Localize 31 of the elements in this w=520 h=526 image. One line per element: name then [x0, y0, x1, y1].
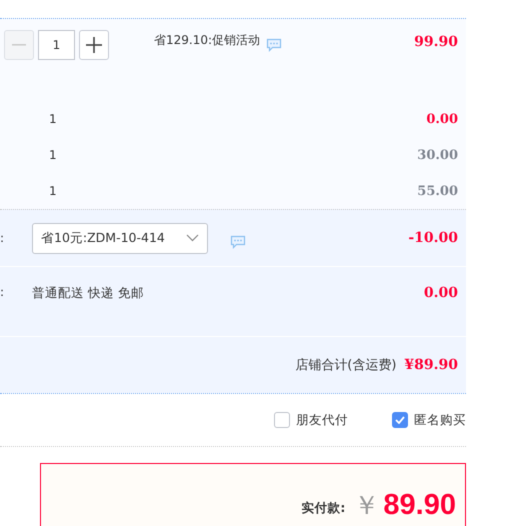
promo-text: 省129.10:促销活动	[154, 32, 260, 49]
sub-quantity: 1	[49, 148, 57, 162]
coupon-amount: -10.00	[408, 230, 458, 246]
sub-price: 30.00	[417, 148, 458, 162]
currency-sign: ￥	[353, 490, 380, 522]
chat-icon[interactable]	[266, 38, 282, 52]
checkbox[interactable]	[392, 412, 408, 428]
minus-icon	[12, 44, 26, 46]
coupon-label: :	[0, 231, 6, 245]
check-icon	[395, 416, 405, 424]
checkbox-option[interactable]: 朋友代付	[274, 412, 348, 428]
shipping-amount: 0.00	[424, 285, 458, 301]
chevron-icon	[186, 234, 199, 242]
sub-price: 0.00	[426, 112, 458, 126]
shipping-label: :	[0, 285, 6, 299]
checkbox-option[interactable]: 匿名购买	[392, 412, 466, 428]
payment-amount: 89.90	[383, 488, 456, 522]
sub-price: 55.00	[417, 184, 458, 198]
chat-icon[interactable]	[230, 235, 246, 249]
sub-quantity: 1	[49, 184, 57, 198]
plus-icon	[86, 37, 102, 53]
sub-quantity: 1	[49, 112, 57, 126]
total-amount: ¥89.90	[404, 357, 458, 373]
coupon-select[interactable]: 省10元:ZDM-10-414	[32, 222, 208, 254]
shipping-method: 普通配送 快递 免邮	[32, 285, 144, 302]
plus-button[interactable]	[79, 30, 109, 60]
item-price: 99.90	[414, 34, 458, 50]
checkbox[interactable]	[274, 412, 290, 428]
payment-label: 实付款:	[301, 500, 346, 516]
total-label: 店铺合计(含运费)	[295, 357, 396, 374]
quantity-field[interactable]: 1	[38, 30, 75, 60]
